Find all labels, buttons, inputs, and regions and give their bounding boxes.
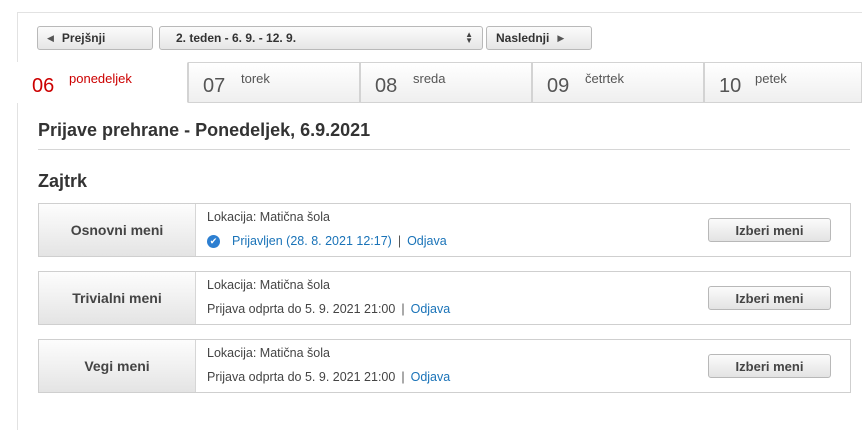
day-tabs: 06 ponedeljek 07 torek 08 sreda 09 četrt… bbox=[17, 62, 862, 103]
tab-day-number: 08 bbox=[375, 75, 398, 97]
tab-monday[interactable]: 06 ponedeljek bbox=[17, 62, 188, 103]
menu-location: Lokacija: Matična šola bbox=[207, 278, 330, 292]
status-separator: | bbox=[401, 370, 405, 384]
menu-status: Prijava odprta do 5. 9. 2021 21:00 | Odj… bbox=[207, 302, 450, 316]
tab-day-name: četrtek bbox=[585, 71, 625, 86]
next-week-button[interactable]: Naslednji ▶ bbox=[486, 26, 592, 50]
status-separator: | bbox=[397, 234, 402, 248]
tab-day-number: 06 bbox=[32, 75, 55, 97]
week-navigation: ◀ Prejšnji 2. teden - 6. 9. - 12. 9. ▲ ▼ … bbox=[17, 12, 862, 62]
unregister-link[interactable]: Odjava bbox=[411, 370, 451, 384]
tab-day-number: 09 bbox=[547, 75, 570, 97]
triangle-left-icon: ◀ bbox=[47, 32, 54, 43]
tab-day-name: ponedeljek bbox=[69, 71, 132, 86]
menu-name: Osnovni meni bbox=[39, 204, 196, 256]
week-select[interactable]: 2. teden - 6. 9. - 12. 9. ▲ ▼ bbox=[159, 26, 483, 50]
tab-day-name: petek bbox=[755, 71, 787, 86]
page-title: Prijave prehrane - Ponedeljek, 6.9.2021 bbox=[38, 120, 850, 150]
unregister-link[interactable]: Odjava bbox=[407, 234, 447, 248]
tab-friday[interactable]: 10 petek bbox=[704, 62, 862, 103]
updown-arrows-icon: ▲ ▼ bbox=[465, 30, 473, 45]
tab-day-name: torek bbox=[241, 71, 270, 86]
menu-location: Lokacija: Matična šola bbox=[207, 346, 330, 360]
menu-name: Trivialni meni bbox=[39, 272, 196, 324]
tab-day-number: 10 bbox=[719, 75, 742, 97]
tab-tuesday[interactable]: 07 torek bbox=[188, 62, 360, 103]
registration-status-text: Prijava odprta do 5. 9. 2021 21:00 bbox=[207, 302, 396, 316]
menu-row: Vegi meni Lokacija: Matična šola Prijava… bbox=[38, 339, 851, 393]
unregister-link[interactable]: Odjava bbox=[411, 302, 451, 316]
tab-day-number: 07 bbox=[203, 75, 226, 97]
registration-status-text: Prijava odprta do 5. 9. 2021 21:00 bbox=[207, 370, 396, 384]
section-title: Zajtrk bbox=[38, 171, 88, 191]
tab-wednesday[interactable]: 08 sreda bbox=[360, 62, 532, 103]
tab-day-name: sreda bbox=[413, 71, 446, 86]
choose-menu-button[interactable]: Izberi meni bbox=[708, 354, 831, 378]
week-select-value: 2. teden - 6. 9. - 12. 9. bbox=[176, 31, 297, 45]
choose-menu-button[interactable]: Izberi meni bbox=[708, 286, 831, 310]
status-separator: | bbox=[401, 302, 405, 316]
menu-status: ✔ Prijavljen (28. 8. 2021 12:17) | Odjav… bbox=[207, 234, 447, 248]
menu-name: Vegi meni bbox=[39, 340, 196, 392]
menu-row: Trivialni meni Lokacija: Matična šola Pr… bbox=[38, 271, 851, 325]
previous-week-button[interactable]: ◀ Prejšnji bbox=[37, 26, 153, 50]
choose-menu-button[interactable]: Izberi meni bbox=[708, 218, 831, 242]
triangle-right-icon: ▶ bbox=[557, 32, 565, 43]
registration-status-text: Prijavljen (28. 8. 2021 12:17) bbox=[232, 234, 392, 248]
next-week-label: Naslednji bbox=[496, 31, 550, 45]
menu-location: Lokacija: Matična šola bbox=[207, 210, 330, 224]
menu-status: Prijava odprta do 5. 9. 2021 21:00 | Odj… bbox=[207, 370, 450, 384]
menu-row: Osnovni meni Lokacija: Matična šola ✔ Pr… bbox=[38, 203, 851, 257]
check-circle-icon: ✔ bbox=[207, 234, 220, 248]
tab-thursday[interactable]: 09 četrtek bbox=[532, 62, 704, 103]
previous-week-label: Prejšnji bbox=[61, 31, 106, 45]
